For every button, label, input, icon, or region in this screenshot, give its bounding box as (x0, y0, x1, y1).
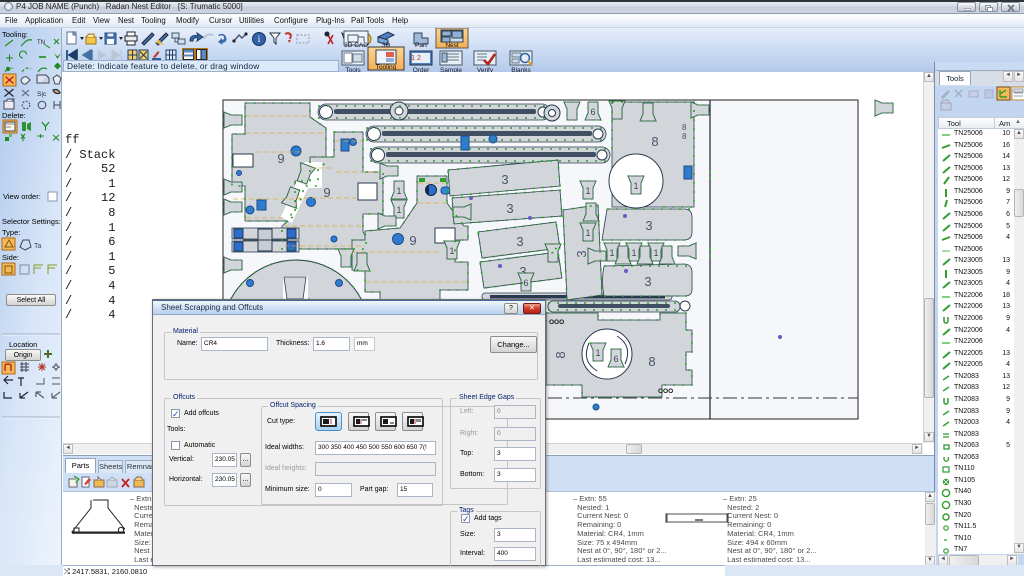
svg-text:9: 9 (277, 151, 284, 166)
svg-text:3: 3 (645, 218, 652, 233)
svg-text:6: 6 (523, 278, 528, 288)
svg-text:OOO: OOO (658, 388, 673, 395)
svg-text:3: 3 (574, 250, 589, 257)
svg-text:Selector Settings:: Selector Settings: (2, 217, 61, 226)
svg-text:1: 1 (396, 205, 401, 215)
svg-text:1: 1 (396, 186, 401, 196)
svg-text:1: 1 (449, 246, 454, 256)
svg-text:8: 8 (682, 132, 687, 141)
svg-text:3: 3 (506, 201, 513, 216)
svg-text:Side:: Side: (2, 253, 19, 262)
svg-text:1: 1 (595, 348, 600, 358)
svg-text:9: 9 (409, 233, 416, 248)
svg-text:1: 1 (633, 181, 638, 191)
svg-text:6: 6 (590, 107, 595, 117)
svg-text:View order:: View order: (3, 192, 41, 201)
svg-text:Tooling: Tooling (376, 64, 397, 71)
svg-text:8: 8 (648, 354, 655, 369)
svg-text:8: 8 (651, 134, 658, 149)
svg-text:1: 1 (585, 228, 590, 238)
svg-text:Ta: Ta (34, 243, 42, 250)
svg-text:Delete:: Delete: (2, 111, 26, 120)
svg-text:6: 6 (613, 354, 618, 364)
svg-text:1: 1 (585, 186, 590, 196)
svg-text:Part: Part (415, 42, 427, 49)
svg-text:Nest: Nest (445, 42, 459, 49)
svg-text:3: 3 (516, 234, 523, 249)
svg-text:Type:: Type: (2, 228, 20, 237)
svg-text:8: 8 (553, 351, 568, 358)
svg-text:S|c: S|c (37, 91, 47, 98)
svg-text:3: 3 (501, 172, 508, 187)
svg-text:3: 3 (644, 274, 651, 289)
svg-text:8: 8 (682, 123, 687, 132)
svg-text:1: 1 (631, 248, 636, 258)
svg-text:1: 1 (653, 248, 658, 258)
svg-text:Tooling:: Tooling: (2, 30, 28, 39)
svg-text:TN: TN (37, 40, 45, 46)
svg-text:2D CAD: 2D CAD (344, 42, 368, 49)
svg-text:Location: Location (9, 340, 37, 349)
svg-text:1 2: 1 2 (411, 55, 421, 62)
svg-text:OOO: OOO (549, 319, 564, 326)
svg-text:1: 1 (609, 248, 614, 258)
